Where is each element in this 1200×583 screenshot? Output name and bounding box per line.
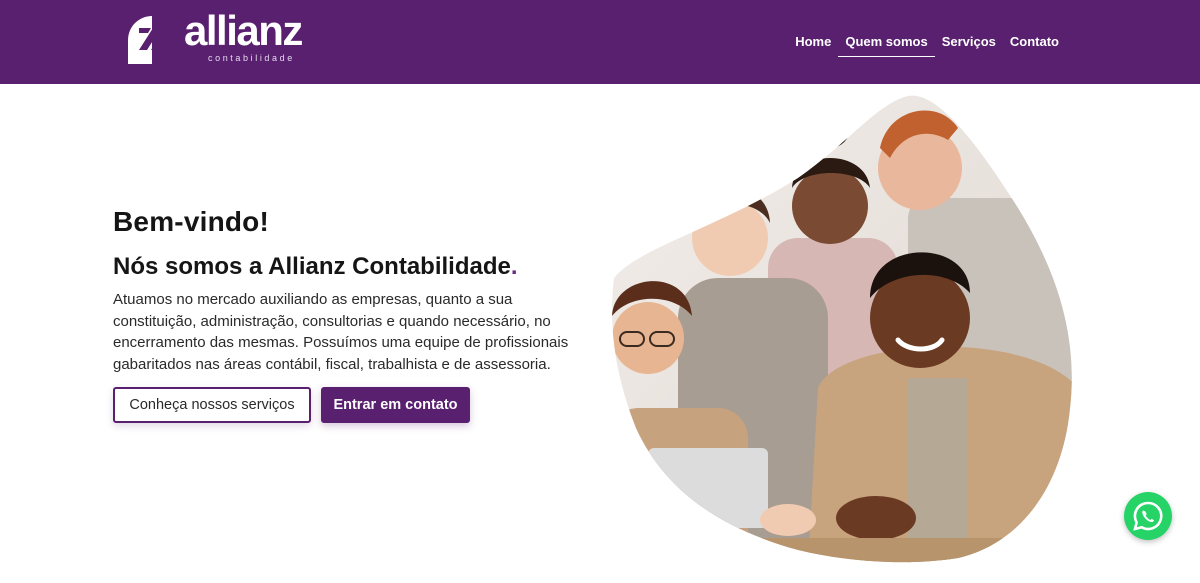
team-photo xyxy=(612,95,1072,563)
nav-item-servicos[interactable]: Serviços xyxy=(935,34,1003,49)
logo-wordmark: allianz xyxy=(184,7,303,54)
contact-button[interactable]: Entrar em contato xyxy=(321,387,470,423)
hero-description: Atuamos no mercado auxiliando as empresa… xyxy=(113,291,569,373)
site-header: allianz contabilidade Home Quem somos Se… xyxy=(0,0,1200,84)
headline-dot: . xyxy=(510,253,518,280)
nav-item-contato[interactable]: Contato xyxy=(1003,34,1066,49)
nav-item-quem-somos[interactable]: Quem somos xyxy=(838,34,936,57)
hero-buttons: Conheça nossos serviços Entrar em contat… xyxy=(113,387,583,423)
hero-section: Bem-vindo! Nós somos a Allianz Contabili… xyxy=(113,205,583,423)
whatsapp-button[interactable] xyxy=(1124,492,1172,540)
brand-logo[interactable]: allianz contabilidade xyxy=(126,10,316,68)
allianz-logo-icon xyxy=(128,16,176,64)
whatsapp-icon xyxy=(1133,501,1163,531)
main-nav: Home Quem somos Serviços Contato xyxy=(788,34,1066,57)
services-button[interactable]: Conheça nossos serviços xyxy=(113,387,311,423)
welcome-heading: Bem-vindo! xyxy=(113,206,269,237)
hero-headline: Nós somos a Allianz Contabilidade. xyxy=(113,253,583,281)
logo-subtitle: contabilidade xyxy=(208,53,295,63)
nav-item-home[interactable]: Home xyxy=(788,34,838,49)
headline-text: Nós somos a Allianz Contabilidade xyxy=(113,253,511,280)
